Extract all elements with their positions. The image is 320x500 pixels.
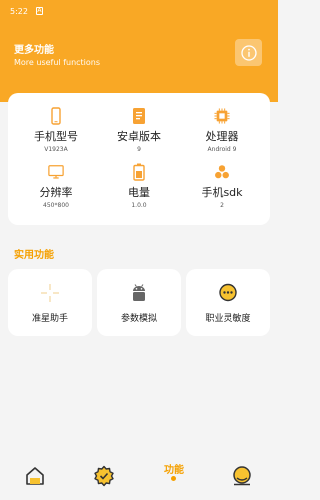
status-bar: 5:22 A bbox=[0, 0, 278, 22]
status-time: 5:22 bbox=[10, 6, 28, 16]
chip-icon bbox=[214, 108, 230, 124]
header: 更多功能 More useful functions bbox=[0, 22, 278, 102]
spec-label: 电量 bbox=[128, 186, 150, 199]
device-info-card: 手机型号 V1923A 安卓版本 9 处理器 Android 9 分辨率 450… bbox=[8, 93, 270, 225]
nav-home[interactable] bbox=[24, 465, 48, 489]
spec-battery: 电量 1.0.0 bbox=[96, 163, 182, 209]
battery-icon bbox=[133, 163, 145, 181]
section-title: 实用功能 bbox=[14, 250, 54, 261]
tool-crosshair-assistant[interactable]: 准星助手 bbox=[8, 269, 92, 336]
nav-settings[interactable] bbox=[93, 465, 117, 489]
spec-value: 9 bbox=[137, 146, 141, 153]
chat-bubble-icon bbox=[219, 283, 237, 302]
sim-card-icon: A bbox=[35, 7, 43, 15]
spec-sdk: 手机sdk 2 bbox=[179, 163, 265, 209]
spec-value: 2 bbox=[220, 202, 224, 209]
bottom-navigation: 功能 bbox=[0, 455, 278, 500]
spec-value: 1.0.0 bbox=[131, 202, 147, 209]
tool-label: 准星助手 bbox=[31, 314, 68, 324]
home-icon bbox=[26, 467, 44, 485]
profile-icon bbox=[233, 466, 251, 486]
tool-label: 职业灵敏度 bbox=[205, 314, 251, 324]
tool-label: 参数模拟 bbox=[120, 314, 157, 324]
spec-label: 安卓版本 bbox=[117, 130, 161, 143]
spec-value: V1923A bbox=[44, 146, 68, 153]
spec-resolution: 分辨率 450*800 bbox=[13, 163, 99, 209]
tool-parameter-simulation[interactable]: 参数模拟 bbox=[97, 269, 181, 336]
android-icon bbox=[133, 284, 145, 301]
spec-label: 分辨率 bbox=[39, 186, 73, 199]
spec-value: 450*800 bbox=[43, 202, 69, 209]
spec-phone-model: 手机型号 V1923A bbox=[13, 107, 99, 153]
info-icon bbox=[240, 44, 257, 61]
monitor-icon bbox=[48, 165, 64, 179]
phone-icon bbox=[51, 107, 61, 125]
page-title: 更多功能 bbox=[14, 45, 54, 56]
tool-career-sensitivity[interactable]: 职业灵敏度 bbox=[186, 269, 270, 336]
nav-profile[interactable] bbox=[231, 465, 255, 489]
nav-functions[interactable]: 功能 bbox=[164, 461, 184, 476]
spec-label: 手机型号 bbox=[34, 130, 78, 143]
page-subtitle: More useful functions bbox=[14, 58, 101, 67]
spec-label: 处理器 bbox=[205, 130, 239, 143]
settings-gear-icon bbox=[94, 465, 114, 487]
info-button[interactable] bbox=[235, 39, 262, 66]
spec-value: Android 9 bbox=[207, 146, 237, 153]
spec-android-version: 安卓版本 9 bbox=[96, 107, 182, 153]
spec-label: 手机sdk bbox=[201, 186, 243, 199]
crosshair-icon bbox=[41, 284, 59, 302]
sdk-icon bbox=[215, 165, 229, 179]
document-icon bbox=[133, 108, 145, 124]
spec-processor: 处理器 Android 9 bbox=[179, 107, 265, 153]
nav-active-indicator bbox=[171, 476, 176, 481]
